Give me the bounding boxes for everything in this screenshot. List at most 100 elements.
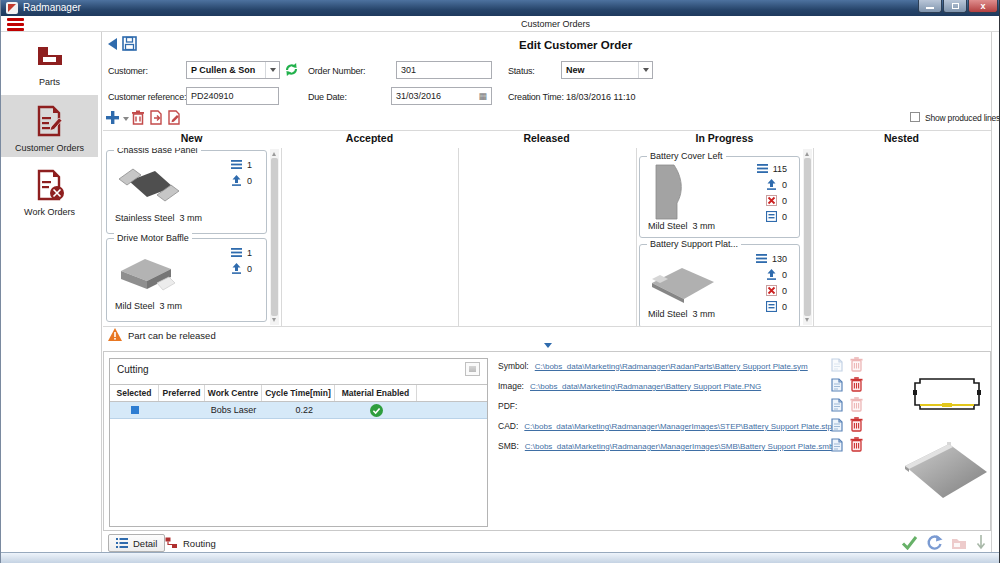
chevron-down-icon[interactable] xyxy=(638,62,652,78)
card-title: Battery Cover Left xyxy=(647,151,726,161)
customer-reference-field[interactable]: PD240910 xyxy=(186,87,279,105)
back-button[interactable] xyxy=(108,38,117,50)
cutting-title: Cutting xyxy=(117,364,149,375)
delete-file-icon[interactable] xyxy=(850,397,863,412)
delete-file-icon[interactable] xyxy=(850,377,863,392)
tab-routing[interactable]: Routing xyxy=(161,534,220,552)
close-button[interactable]: x xyxy=(968,0,998,13)
order-number-field[interactable]: 301 xyxy=(396,61,492,79)
tab-detail[interactable]: Detail xyxy=(108,534,165,552)
symbol-file-link[interactable]: C:\bobs_data\Marketing\Radmanager\RadanP… xyxy=(535,362,808,371)
tab-bar: Customer Orders xyxy=(1,16,1000,32)
col-selected[interactable]: Selected xyxy=(110,385,159,401)
download-arrow-icon[interactable] xyxy=(976,534,986,551)
kanban-column-new: New xyxy=(103,132,280,144)
view-file-icon[interactable] xyxy=(831,378,843,392)
customer-combobox[interactable]: P Cullen & Son xyxy=(186,61,280,79)
refresh-icon[interactable] xyxy=(284,62,299,77)
status-combobox[interactable]: New xyxy=(561,61,653,79)
in-progress-column-scrollbar[interactable] xyxy=(803,149,812,325)
page-title: Edit Customer Order xyxy=(519,39,632,51)
delete-file-icon[interactable] xyxy=(850,437,863,452)
kanban-column-released: Released xyxy=(458,132,635,144)
nested-count: 0 xyxy=(766,211,787,222)
show-produced-lines-checkbox[interactable] xyxy=(910,112,920,122)
add-line-button[interactable] xyxy=(105,110,120,125)
delete-file-icon[interactable] xyxy=(850,357,863,372)
produced-icon xyxy=(231,175,242,186)
card-material: Mild Steel 3 mm xyxy=(648,309,715,319)
due-date-field[interactable]: 31/03/2016 ▦ xyxy=(391,87,492,105)
customer-value: P Cullen & Son xyxy=(187,65,265,75)
work-centre-cell: Bobs Laser xyxy=(205,402,262,418)
sidebar-item-work-orders[interactable]: Work Orders xyxy=(1,159,98,221)
save-icon[interactable] xyxy=(122,36,137,51)
status-value: New xyxy=(562,65,638,75)
view-file-icon[interactable] xyxy=(831,398,843,412)
col-work-centre[interactable]: Work Centre xyxy=(205,385,262,401)
card-chassis-base-panel[interactable]: Chassis Base Panel 1 0 Stainless Steel 3… xyxy=(106,150,267,234)
part-3d-preview xyxy=(899,436,991,508)
cutting-table-row[interactable]: Bobs Laser 0.22 xyxy=(110,402,487,419)
file-label: CAD: xyxy=(498,421,518,431)
sidebar-item-customer-orders[interactable]: Customer Orders xyxy=(1,95,98,157)
col-cycle-time[interactable]: Cycle Time[min] xyxy=(262,385,335,401)
view-file-icon[interactable] xyxy=(831,438,843,452)
calendar-icon[interactable]: ▦ xyxy=(478,91,487,101)
part-thumbnail xyxy=(650,163,694,223)
kanban-in-progress-column: Battery Cover Left 115 0 0 0 Mild Steel … xyxy=(636,148,803,326)
add-dropdown-icon[interactable] xyxy=(123,117,129,121)
creation-time-label: Creation Time: xyxy=(508,92,564,102)
card-battery-support-plate[interactable]: Battery Support Plat... 130 0 0 0 xyxy=(639,244,800,326)
hamburger-menu-icon[interactable] xyxy=(7,18,24,31)
sidebar-item-label: Parts xyxy=(1,77,98,87)
view-file-icon[interactable] xyxy=(831,358,843,372)
collapse-arrow-icon[interactable] xyxy=(544,343,552,348)
cycle-time-cell: 0.22 xyxy=(262,402,335,418)
view-file-icon[interactable] xyxy=(831,418,843,432)
rejected-icon xyxy=(766,195,777,206)
kanban-column-in-progress: In Progress xyxy=(636,132,813,144)
selected-checkbox[interactable] xyxy=(131,406,139,414)
chevron-down-icon[interactable] xyxy=(265,62,279,78)
delete-file-icon[interactable] xyxy=(850,417,863,432)
tab-label: Routing xyxy=(183,538,216,549)
image-file-link[interactable]: C:\bobs_data\Marketing\Radmanager\Batter… xyxy=(530,382,761,391)
tab-customer-orders[interactable]: Customer Orders xyxy=(521,19,590,29)
quantity-icon xyxy=(231,159,242,170)
produced-icon xyxy=(766,269,777,280)
warning-icon xyxy=(108,328,122,341)
edit-line-icon[interactable] xyxy=(167,110,182,125)
sidebar-item-label: Work Orders xyxy=(1,207,98,217)
work-orders-icon xyxy=(33,169,67,201)
minimize-button[interactable] xyxy=(918,0,942,13)
export-line-icon[interactable] xyxy=(149,110,164,125)
maximize-button[interactable] xyxy=(943,0,967,13)
app-icon xyxy=(6,2,18,14)
file-row-image: Image: C:\bobs_data\Marketing\Radmanager… xyxy=(498,379,866,393)
col-material-enabled[interactable]: Material Enabled xyxy=(335,385,417,401)
customer-reference-value: PD240910 xyxy=(191,91,234,101)
produced-count: 0 xyxy=(231,263,252,274)
undo-icon[interactable] xyxy=(926,534,943,551)
produced-count: 0 xyxy=(766,179,787,190)
file-row-symbol: Symbol: C:\bobs_data\Marketing\Radmanage… xyxy=(498,359,866,373)
cutting-table-header: Selected Preferred Work Centre Cycle Tim… xyxy=(110,384,487,402)
delete-line-button[interactable] xyxy=(131,110,145,125)
sidebar-item-parts[interactable]: Parts xyxy=(1,33,98,93)
release-folder-icon[interactable] xyxy=(951,537,967,550)
new-column-scrollbar[interactable] xyxy=(270,149,279,325)
quantity-icon xyxy=(757,163,768,174)
card-drive-motor-baffle[interactable]: Drive Motor Baffle 1 0 Mild Steel 3 mm xyxy=(106,238,267,322)
cutting-grid-icon[interactable] xyxy=(465,362,480,376)
col-preferred[interactable]: Preferred xyxy=(159,385,205,401)
cad-file-link[interactable]: C:\bobs_data\Marketing\Radmanager\Manage… xyxy=(524,422,832,431)
nested-count: 0 xyxy=(766,301,787,312)
smb-file-link[interactable]: C:\bobs_data\Marketing\Radmanager\Manage… xyxy=(525,442,834,451)
kanban-column-accepted: Accepted xyxy=(281,132,458,144)
file-row-smb: SMB: C:\bobs_data\Marketing\Radmanager\M… xyxy=(498,439,866,453)
card-battery-cover-left[interactable]: Battery Cover Left 115 0 0 0 Mild Steel … xyxy=(639,156,800,238)
sidebar: Parts Customer Orders Work Order xyxy=(1,33,98,552)
accept-icon[interactable] xyxy=(901,535,918,550)
quantity-count: 1 xyxy=(231,159,252,170)
